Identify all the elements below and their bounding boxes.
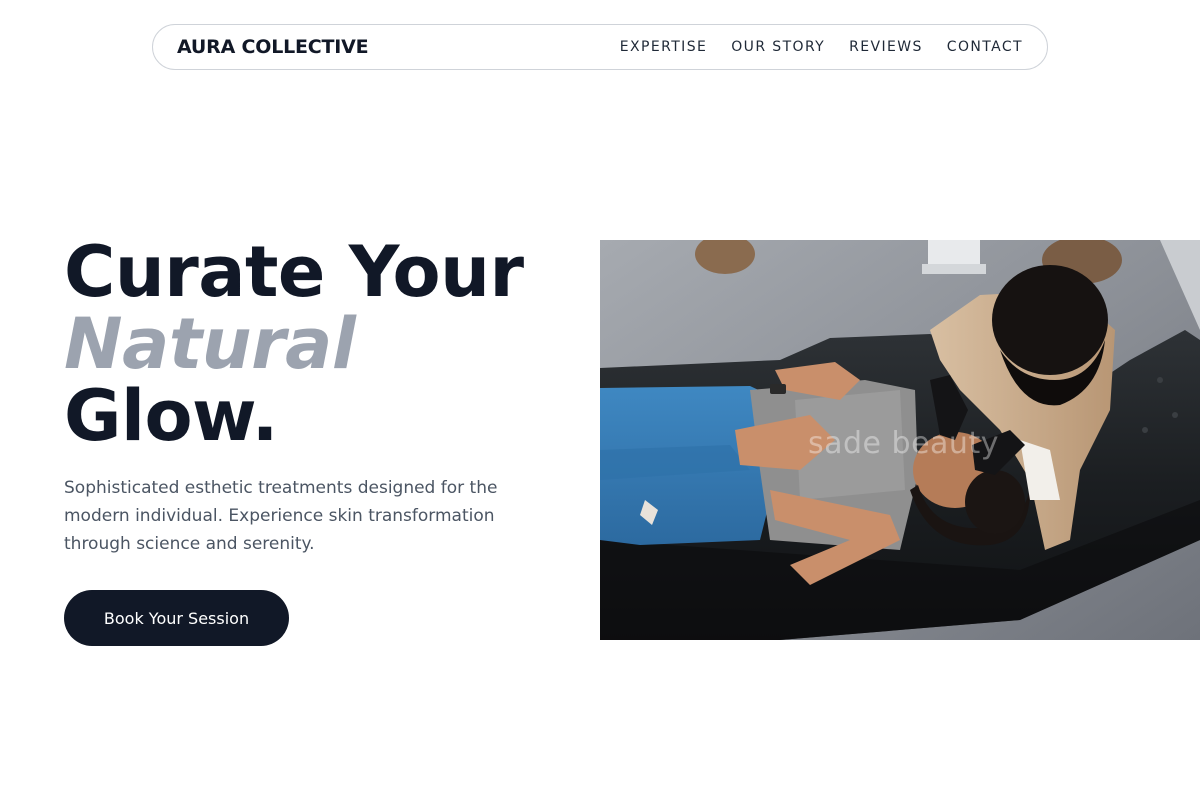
nav-link-contact[interactable]: CONTACT [947,39,1023,55]
nav-link-our-story[interactable]: OUR STORY [731,39,825,55]
hero-title-line-1: Curate Your [64,231,524,313]
hero-title-line-3: Glow. [64,375,278,457]
nav-links: EXPERTISE OUR STORY REVIEWS CONTACT [620,39,1023,55]
top-navigation: AURA COLLECTIVE EXPERTISE OUR STORY REVI… [152,24,1048,70]
nav-link-reviews[interactable]: REVIEWS [849,39,923,55]
page: AURA COLLECTIVE EXPERTISE OUR STORY REVI… [0,0,1200,800]
hero-title-accent: Natural [64,303,356,385]
hero-description: Sophisticated esthetic treatments design… [64,478,498,554]
hero-title: Curate Your Natural Glow. [64,231,524,457]
brand-logo[interactable]: AURA COLLECTIVE [177,36,369,58]
nav-link-expertise[interactable]: EXPERTISE [620,39,707,55]
book-session-button[interactable]: Book Your Session [64,590,289,646]
hero-image: sade beauty [600,240,1200,640]
image-watermark: sade beauty [808,426,999,461]
